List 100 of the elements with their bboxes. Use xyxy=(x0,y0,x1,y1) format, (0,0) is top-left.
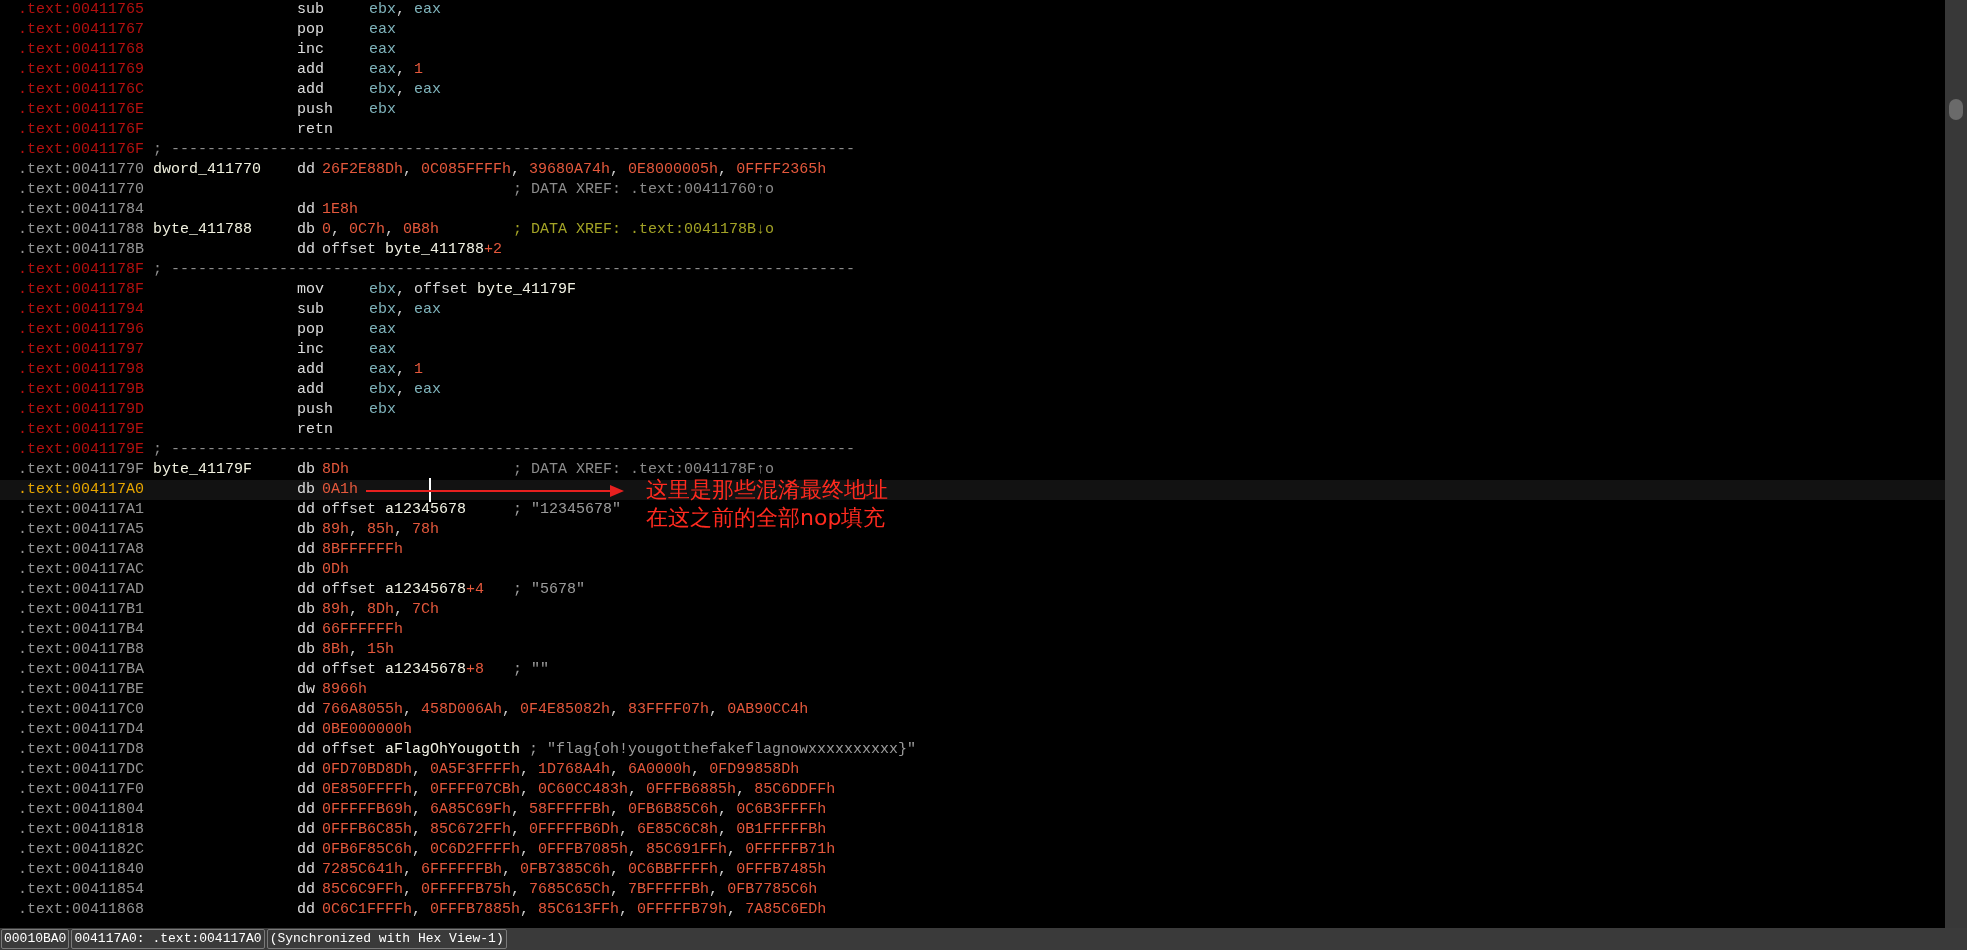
operands: ebx, offset byte_41179F xyxy=(369,281,577,298)
address[interactable]: .text:00411818 xyxy=(18,820,153,840)
mnemonic: dd xyxy=(297,701,315,718)
mnemonic: add xyxy=(297,361,324,378)
address[interactable]: .text:0041182C xyxy=(18,840,153,860)
mnemonic: dd xyxy=(297,721,315,738)
address[interactable]: .text:00411804 xyxy=(18,800,153,820)
separator-comment: ; ---------------------------------------------------------------------------- xyxy=(153,140,856,160)
status-field: 00010BA0 xyxy=(1,929,70,949)
address[interactable]: .text:004117A1 xyxy=(18,500,153,520)
address[interactable]: .text:004117A8 xyxy=(18,540,153,560)
mnemonic: inc xyxy=(297,341,324,358)
operands: 0A1h xyxy=(322,481,358,498)
operands: offset a12345678+4 xyxy=(322,581,485,598)
mnemonic: dd xyxy=(297,861,315,878)
operands: 0, 0C7h, 0B8h xyxy=(322,221,440,238)
mnemonic: dd xyxy=(297,541,315,558)
text-cursor xyxy=(429,478,431,502)
operands: 89h, 85h, 78h xyxy=(322,521,440,538)
address[interactable]: .text:004117D4 xyxy=(18,720,153,740)
mnemonic: dd xyxy=(297,801,315,818)
mnemonic: add xyxy=(297,61,324,78)
mnemonic: retn xyxy=(297,421,333,438)
operands: 0E850FFFFh, 0FFFF07CBh, 0C60CC483h, 0FFFB6885h, 85C6DDFFh xyxy=(322,781,836,798)
comment: ; "12345678" xyxy=(513,500,622,520)
mnemonic: sub xyxy=(297,301,324,318)
mnemonic: add xyxy=(297,81,324,98)
operands: ebx xyxy=(369,401,396,418)
separator-comment: ; ---------------------------------------------------------------------------- xyxy=(153,260,856,280)
operands: eax xyxy=(369,321,396,338)
address[interactable]: .text:0041178B xyxy=(18,240,153,260)
separator-comment: ; ---------------------------------------------------------------------------- xyxy=(153,440,856,460)
annotation-text: 这里是那些混淆最终地址 在这之前的全部nop填充 xyxy=(646,476,888,532)
operands: eax xyxy=(369,41,396,58)
operands: 0FD70BD8Dh, 0A5F3FFFFh, 1D768A4h, 6A0000h, 0FD99858Dh xyxy=(322,761,800,778)
status-field: 004117A0: .text:004117A0 xyxy=(71,929,265,949)
address[interactable]: .text:004117AC xyxy=(18,560,153,580)
operands: 89h, 8Dh, 7Ch xyxy=(322,601,440,618)
address[interactable]: .text:004117B4 xyxy=(18,620,153,640)
mnemonic: dd xyxy=(297,841,315,858)
operands: offset a12345678 xyxy=(322,501,467,518)
mnemonic: dd xyxy=(297,821,315,838)
address[interactable]: .text:00411770 xyxy=(18,160,153,180)
operands: 0Dh xyxy=(322,561,349,578)
mnemonic: dd xyxy=(297,901,315,918)
mnemonic: dw xyxy=(297,681,315,698)
address[interactable]: .text:004117B8 xyxy=(18,640,153,660)
operands: 85C6C9FFh, 0FFFFFB75h, 7685C65Ch, 7BFFFFFBh, 0FB7785C6h xyxy=(322,881,818,898)
operands: 8966h xyxy=(322,681,367,698)
address[interactable]: .text:004117AD xyxy=(18,580,153,600)
address[interactable]: .text:004117A0 xyxy=(18,480,153,500)
address[interactable]: .text:004117C0 xyxy=(18,700,153,720)
mnemonic: sub xyxy=(297,1,324,18)
mnemonic: dd xyxy=(297,241,315,258)
comment: ; DATA XREF: .text:0041178B↓o xyxy=(513,220,775,240)
address[interactable]: .text:00411784 xyxy=(18,200,153,220)
mnemonic: db xyxy=(297,521,315,538)
address[interactable]: .text:004117BE xyxy=(18,680,153,700)
address[interactable]: .text:00411854 xyxy=(18,880,153,900)
operands: 0FFFB6C85h, 85C672FFh, 0FFFFFB6Dh, 6E85C6C8h, 0B1FFFFFBh xyxy=(322,821,827,838)
operands: 766A8055h, 458D006Ah, 0F4E85082h, 83FFFF07h, 0AB90CC4h xyxy=(322,701,809,718)
address[interactable]: .text:004117A5 xyxy=(18,520,153,540)
vertical-scrollbar[interactable] xyxy=(1945,0,1967,928)
operands: 8Dh xyxy=(322,461,349,478)
operands: ebx, eax xyxy=(369,1,442,18)
mnemonic: dd xyxy=(297,661,315,678)
mnemonic: dd xyxy=(297,201,315,218)
mnemonic: inc xyxy=(297,41,324,58)
address[interactable]: .text:00411770 xyxy=(18,180,153,200)
operands: ebx, eax xyxy=(369,301,442,318)
scrollbar-thumb[interactable] xyxy=(1949,99,1963,120)
operands: ebx, eax xyxy=(369,81,442,98)
mnemonic: dd xyxy=(297,781,315,798)
comment: ; "" xyxy=(513,660,549,680)
operands: 1E8h xyxy=(322,201,358,218)
operands: eax, 1 xyxy=(369,61,424,78)
operands: 0FFFFFB69h, 6A85C69Fh, 58FFFFFBh, 0FB6B85C6h, 0C6B3FFFFh xyxy=(322,801,827,818)
operands: offset aFlagOhYougotth xyxy=(322,741,521,758)
operands: 7285C641h, 6FFFFFFBh, 0FB7385C6h, 0C6BBFFFFh, 0FFFB7485h xyxy=(322,861,827,878)
mnemonic: dd xyxy=(297,761,315,778)
mnemonic: dd xyxy=(297,621,315,638)
mnemonic: retn xyxy=(297,121,333,138)
address[interactable]: .text:004117B1 xyxy=(18,600,153,620)
address[interactable]: .text:00411840 xyxy=(18,860,153,880)
mnemonic: pop xyxy=(297,321,324,338)
mnemonic: db xyxy=(297,561,315,578)
address[interactable]: .text:004117F0 xyxy=(18,780,153,800)
mnemonic: mov xyxy=(297,281,324,298)
address[interactable]: .text:0041179F xyxy=(18,460,153,480)
operands: eax, 1 xyxy=(369,361,424,378)
address[interactable]: .text:00411868 xyxy=(18,900,153,920)
mnemonic: dd xyxy=(297,161,315,178)
mnemonic: dd xyxy=(297,501,315,518)
address[interactable]: .text:004117D8 xyxy=(18,740,153,760)
label: byte_41179F xyxy=(153,461,253,478)
operands: 8BFFFFFFh xyxy=(322,541,403,558)
address[interactable]: .text:00411788 xyxy=(18,220,153,240)
address[interactable]: .text:004117DC xyxy=(18,760,153,780)
address[interactable]: .text:004117BA xyxy=(18,660,153,680)
mnemonic: pop xyxy=(297,21,324,38)
